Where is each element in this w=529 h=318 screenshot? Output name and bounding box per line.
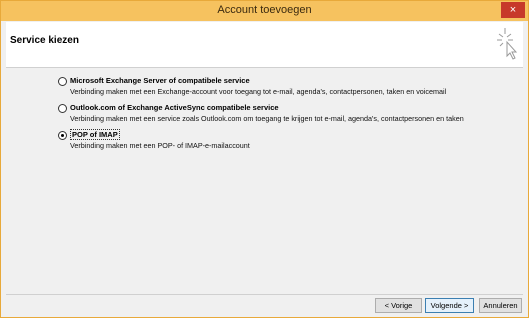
outlook-com-radio[interactable] [58,104,67,113]
cancel-button[interactable]: Annuleren [479,298,522,313]
pop-imap-radio[interactable] [58,131,67,140]
add-account-dialog: Account toevoegen × Service kiezen Micro… [0,0,529,318]
wizard-wand-icon [497,28,517,60]
button-bar: < Vorige Volgende > Annuleren [6,294,523,317]
title-bar[interactable]: Account toevoegen × [1,1,528,21]
back-button[interactable]: < Vorige [375,298,422,313]
dialog-header: Service kiezen [6,22,523,68]
exchange-radio[interactable] [58,77,67,86]
window-title: Account toevoegen [217,4,312,16]
option-title: Outlook.com of Exchange ActiveSync compa… [70,103,279,112]
next-button[interactable]: Volgende > [425,298,474,313]
close-button[interactable]: × [501,2,525,18]
option-description: Verbinding maken met een service zoals O… [70,114,464,123]
page-title: Service kiezen [10,35,79,46]
option-title: Microsoft Exchange Server of compatibele… [70,76,250,85]
option-title: POP of IMAP [70,129,120,140]
option-description: Verbinding maken met een Exchange-accoun… [70,87,447,96]
service-options: Microsoft Exchange Server of compatibele… [6,68,523,294]
option-description: Verbinding maken met een POP- of IMAP-e-… [70,141,250,150]
